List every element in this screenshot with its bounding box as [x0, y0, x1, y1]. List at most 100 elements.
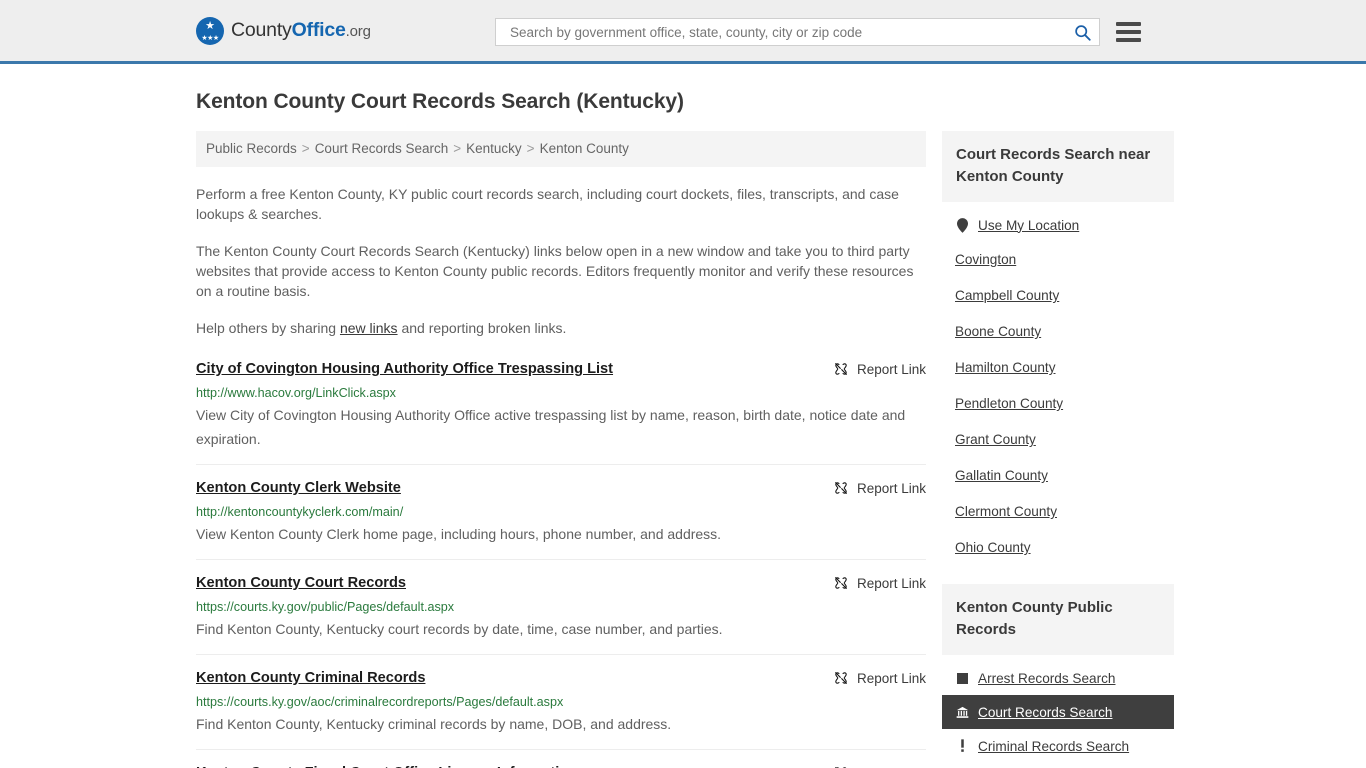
report-link-label: Report Link: [856, 361, 926, 377]
resource-title-link[interactable]: Kenton County Court Records: [196, 574, 420, 593]
sidebar-item-label: Court Records Search: [978, 704, 1113, 720]
intro-p3-before: Help others by sharing: [196, 320, 340, 336]
broken-link-icon: [835, 482, 847, 494]
sidebar-item-arrest-records-search[interactable]: Arrest Records Search: [942, 661, 1174, 695]
report-link-label: Report Link: [856, 575, 926, 591]
sidebar-item-gallatin-county[interactable]: Gallatin County: [942, 458, 1174, 494]
report-link-button[interactable]: Report Link: [833, 764, 926, 768]
sidebar-item-driving-records-search[interactable]: Driving Records Search: [942, 763, 1174, 768]
list-item: Kenton County Clerk Website Report Link …: [196, 479, 926, 560]
use-my-location-button[interactable]: Use My Location: [942, 208, 1174, 242]
resource-link-list: City of Covington Housing Authority Offi…: [196, 360, 926, 768]
intro-paragraph-2: The Kenton County Court Records Search (…: [196, 243, 914, 299]
broken-link-icon: [835, 577, 847, 589]
sidebar-item-court-records-search[interactable]: Court Records Search: [942, 695, 1174, 729]
sidebar-item-pendleton-county[interactable]: Pendleton County: [942, 386, 1174, 422]
sidebar-item-label: Hamilton County: [955, 360, 1056, 375]
sidebar-item-boone-county[interactable]: Boone County: [942, 314, 1174, 350]
content-columns: Public Records > Court Records Search > Kent…: [196, 131, 1174, 768]
list-item: Kenton County Fiscal Court Office Licens…: [196, 764, 926, 768]
site-header: ★ ★★★ CountyOffice.org: [0, 0, 1366, 64]
county-office-seal-icon: ★ ★★★: [196, 16, 224, 45]
breadcrumb-separator: >: [526, 141, 535, 156]
resource-url[interactable]: http://www.hacov.org/LinkClick.aspx: [196, 385, 926, 401]
sidebar: Court Records Search near Kenton County …: [942, 131, 1174, 768]
logo-wordmark: CountyOffice.org: [231, 19, 371, 42]
stars-glyph: ★★★: [201, 34, 219, 42]
resource-title-link[interactable]: Kenton County Clerk Website: [196, 479, 415, 498]
nearby-panel: Court Records Search near Kenton County …: [942, 131, 1174, 566]
resource-description: View City of Covington Housing Authority…: [196, 407, 906, 447]
resource-title-link[interactable]: Kenton County Fiscal Court Office Licens…: [196, 764, 591, 768]
sidebar-item-label: Ohio County: [955, 540, 1031, 555]
search-button[interactable]: [1071, 21, 1093, 43]
logo-part-org: .org: [345, 23, 371, 40]
new-links-link[interactable]: new links: [340, 320, 398, 336]
page-container: Kenton County Court Records Search (Kent…: [0, 90, 1366, 768]
nearby-panel-heading: Court Records Search near Kenton County: [942, 131, 1174, 202]
sidebar-item-criminal-records-search[interactable]: Criminal Records Search: [942, 729, 1174, 763]
intro-paragraph-3: Help others by sharing new links and rep…: [196, 318, 926, 338]
breadcrumb-item-2[interactable]: Kentucky: [466, 141, 522, 156]
link-row: Kenton County Clerk Website Report Link: [196, 479, 926, 498]
sidebar-item-label: Grant County: [955, 432, 1036, 447]
breadcrumb-item-3[interactable]: Kenton County: [540, 141, 629, 156]
link-row: Kenton County Court Records Report Link: [196, 574, 926, 593]
breadcrumb-item-0[interactable]: Public Records: [206, 141, 297, 156]
sidebar-item-hamilton-county[interactable]: Hamilton County: [942, 350, 1174, 386]
main-content: Public Records > Court Records Search > Kent…: [196, 131, 926, 768]
report-link-label: Report Link: [856, 480, 926, 496]
broken-link-icon: [835, 363, 847, 375]
hamburger-bar: [1116, 22, 1141, 26]
site-logo[interactable]: ★ ★★★ CountyOffice.org: [196, 16, 371, 45]
public-records-panel: Kenton County Public Records Arrest Reco…: [942, 584, 1174, 768]
resource-url[interactable]: http://kentoncountykyclerk.com/main/: [196, 504, 926, 520]
page-title: Kenton County Court Records Search (Kent…: [196, 90, 684, 113]
resource-title-link[interactable]: City of Covington Housing Authority Offi…: [196, 360, 627, 379]
header-search-area: [495, 18, 1141, 46]
courthouse-icon: [955, 704, 969, 720]
sidebar-item-label: Pendleton County: [955, 396, 1064, 411]
resource-title-link[interactable]: Kenton County Criminal Records: [196, 669, 439, 688]
report-link-label: Report Link: [856, 670, 926, 686]
hamburger-bar: [1116, 38, 1141, 42]
resource-description: View Kenton County Clerk home page, incl…: [196, 526, 722, 542]
location-pin-icon: [955, 217, 969, 233]
report-link-button[interactable]: Report Link: [833, 669, 926, 686]
broken-link-icon: [835, 672, 847, 684]
report-link-button[interactable]: Report Link: [833, 360, 926, 377]
sidebar-item-ohio-county[interactable]: Ohio County: [942, 530, 1174, 566]
sidebar-item-label: Boone County: [955, 324, 1042, 339]
public-records-panel-heading: Kenton County Public Records: [942, 584, 1174, 655]
menu-button[interactable]: [1116, 22, 1141, 42]
sidebar-item-campbell-county[interactable]: Campbell County: [942, 278, 1174, 314]
sidebar-item-label: Criminal Records Search: [978, 738, 1130, 754]
search-input[interactable]: [508, 20, 1071, 44]
report-link-button[interactable]: Report Link: [833, 479, 926, 496]
breadcrumb-separator: >: [453, 141, 462, 156]
list-item: City of Covington Housing Authority Offi…: [196, 360, 926, 465]
intro-p3-after: and reporting broken links.: [397, 320, 567, 336]
hamburger-bar: [1116, 30, 1141, 34]
breadcrumb-item-1[interactable]: Court Records Search: [315, 141, 449, 156]
logo-part-office: Office: [291, 19, 346, 41]
square-icon: [955, 670, 969, 686]
sidebar-item-clermont-county[interactable]: Clermont County: [942, 494, 1174, 530]
list-item: Kenton County Criminal Records Report Li…: [196, 669, 926, 750]
sidebar-item-label: Covington: [955, 252, 1017, 267]
report-link-button[interactable]: Report Link: [833, 574, 926, 591]
exclamation-icon: [955, 738, 969, 754]
sidebar-item-label: Arrest Records Search: [978, 670, 1116, 686]
resource-url[interactable]: https://courts.ky.gov/public/Pages/defau…: [196, 599, 926, 615]
breadcrumb-separator: >: [301, 141, 310, 156]
sidebar-item-grant-county[interactable]: Grant County: [942, 422, 1174, 458]
search-icon: [1074, 24, 1091, 41]
sidebar-item-label: Campbell County: [955, 288, 1060, 303]
breadcrumb: Public Records > Court Records Search > Kent…: [196, 131, 926, 167]
resource-url[interactable]: https://courts.ky.gov/aoc/criminalrecord…: [196, 694, 926, 710]
search-box[interactable]: [495, 18, 1100, 46]
logo-part-county: County: [231, 19, 292, 41]
sidebar-item-covington[interactable]: Covington: [942, 242, 1174, 278]
nearby-links: Use My Location Covington Campbell Count…: [942, 202, 1174, 566]
resource-description: Find Kenton County, Kentucky criminal re…: [196, 716, 672, 732]
